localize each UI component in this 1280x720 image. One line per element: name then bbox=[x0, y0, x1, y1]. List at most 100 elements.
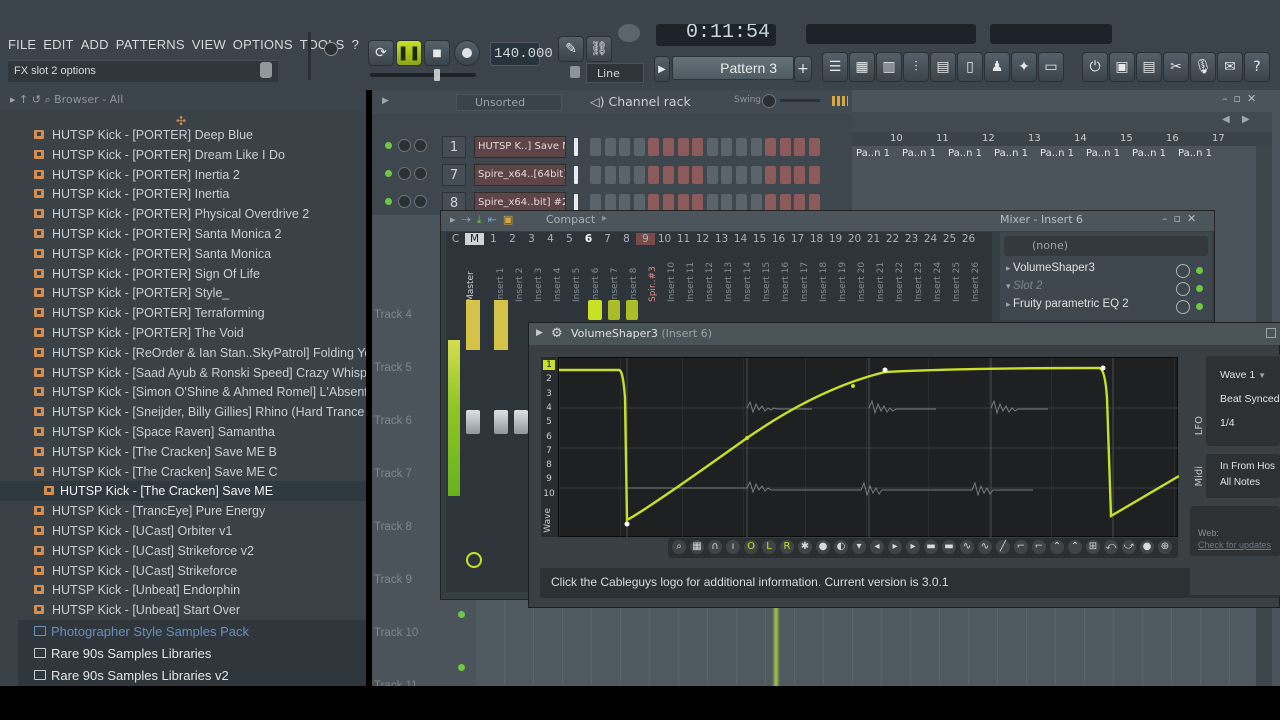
beat-synced-label[interactable]: Beat Synced bbox=[1220, 393, 1280, 405]
mixer-strip-number[interactable]: 12 bbox=[693, 233, 712, 245]
browser-item[interactable]: HUTSP Kick - [Unbeat] Endorphin bbox=[0, 580, 366, 600]
shape-tool-icon[interactable]: ▬ bbox=[924, 540, 938, 554]
mixer-view-mode[interactable]: Compact bbox=[546, 213, 595, 226]
step-button[interactable] bbox=[692, 138, 704, 156]
slot-arrow-icon[interactable]: ▸ bbox=[1006, 299, 1013, 309]
slot-arrow-icon[interactable]: ▾ bbox=[1006, 281, 1013, 291]
step-number[interactable]: 1 bbox=[543, 360, 555, 370]
step-button[interactable] bbox=[794, 166, 806, 184]
browser-nav-icons[interactable]: ▸ ↑ ↺ ⌕ bbox=[10, 93, 54, 106]
piano-roll-icon[interactable]: ▦ bbox=[849, 52, 875, 82]
browser-item[interactable]: HUTSP Kick - [PORTER] Inertia 2 bbox=[0, 165, 366, 185]
mixer-strip-number[interactable]: 18 bbox=[807, 233, 826, 245]
mixer-strip-number[interactable]: 2 bbox=[503, 233, 522, 245]
mixer-strip-number[interactable]: 19 bbox=[826, 233, 845, 245]
track-label[interactable]: Track 7 bbox=[374, 468, 412, 480]
volume-envelope-graph[interactable] bbox=[558, 357, 1180, 538]
menu-item[interactable]: ? bbox=[352, 37, 359, 52]
browser-item[interactable]: HUTSP Kick - [PORTER] Santa Monica bbox=[0, 244, 366, 264]
mix-knob[interactable] bbox=[1176, 264, 1190, 278]
step-button[interactable] bbox=[692, 166, 704, 184]
channel-pan-knob[interactable] bbox=[398, 195, 411, 208]
midi-notes[interactable]: All Notes bbox=[1220, 477, 1260, 488]
maximize-icon[interactable]: ▫ bbox=[1234, 92, 1247, 105]
pattern-clip[interactable]: Pa..n 1 bbox=[1178, 148, 1212, 162]
mixer-strip-number[interactable]: 11 bbox=[674, 233, 693, 245]
rate-value[interactable]: 1/4 bbox=[1220, 417, 1235, 429]
channel-mute-led[interactable] bbox=[385, 170, 392, 177]
shape-tool-icon[interactable]: ⌐ bbox=[1014, 540, 1028, 554]
loop-icon[interactable]: ⟳ bbox=[368, 40, 394, 66]
mixer-strip-number[interactable]: 26 bbox=[959, 233, 978, 245]
song-position-slider[interactable] bbox=[370, 69, 476, 81]
shape-tool-icon[interactable]: ✱ bbox=[798, 540, 812, 554]
shape-tool-icon[interactable]: ◐ bbox=[834, 540, 848, 554]
step-number[interactable]: 8 bbox=[543, 460, 555, 470]
fx-slot[interactable]: ▸ VolumeShaper3 bbox=[1006, 262, 1206, 280]
track-label[interactable]: Track 5 bbox=[374, 362, 412, 374]
slot-enable-led[interactable] bbox=[1196, 285, 1203, 292]
mixer-strip-number[interactable]: 1 bbox=[484, 233, 503, 245]
track-label[interactable]: Track 9 bbox=[374, 574, 412, 586]
playlist-icon[interactable]: ☰ bbox=[822, 52, 848, 82]
shape-tool-icon[interactable]: ⌃ bbox=[1050, 540, 1064, 554]
mixer-strip-number[interactable]: 10 bbox=[655, 233, 674, 245]
mixer-strip-number[interactable]: 21 bbox=[864, 233, 883, 245]
tools-icon[interactable]: ✦ bbox=[1011, 52, 1037, 82]
step-button[interactable] bbox=[809, 166, 820, 184]
mixer-strip-number[interactable]: 7 bbox=[598, 233, 617, 245]
shape-tool-icon[interactable]: ∿ bbox=[960, 540, 974, 554]
channel-volume-knob[interactable] bbox=[414, 195, 427, 208]
scroll-right-icon[interactable]: ▶ bbox=[1242, 114, 1250, 125]
mixer-strip-number[interactable]: 9 bbox=[636, 233, 655, 245]
slot-enable-led[interactable] bbox=[1196, 303, 1203, 310]
pattern-clip[interactable]: Pa..n 1 bbox=[948, 148, 982, 162]
channel-number[interactable]: 1 bbox=[442, 136, 466, 158]
shape-tool-icon[interactable]: ⌐ bbox=[1032, 540, 1046, 554]
shape-tool-icon[interactable]: ⤺ bbox=[1104, 540, 1118, 554]
close-icon[interactable]: ✕ bbox=[1187, 212, 1202, 225]
pattern-clip[interactable]: Pa..n 1 bbox=[1086, 148, 1120, 162]
step-button[interactable] bbox=[721, 166, 733, 184]
link-arrow-icon[interactable] bbox=[466, 552, 482, 568]
shape-tool-icon[interactable]: R bbox=[780, 540, 794, 554]
step-button[interactable] bbox=[721, 138, 733, 156]
chat-icon[interactable]: ✉ bbox=[1217, 52, 1243, 82]
fader-knob[interactable] bbox=[466, 410, 480, 434]
mixer-strip-number[interactable]: 8 bbox=[617, 233, 636, 245]
render-icon[interactable]: ▤ bbox=[1136, 52, 1162, 82]
step-button[interactable] bbox=[590, 166, 601, 184]
master-volume-slider[interactable] bbox=[308, 32, 311, 80]
menu-item[interactable]: PATTERNS bbox=[116, 37, 185, 52]
step-button[interactable] bbox=[663, 138, 674, 156]
step-number[interactable]: 3 bbox=[543, 389, 555, 399]
track-label[interactable]: Track 4 bbox=[374, 309, 412, 321]
insert-8-active-marker[interactable] bbox=[626, 300, 638, 320]
fx-slot[interactable]: ▾ Slot 2 bbox=[1006, 280, 1206, 298]
wave-select[interactable]: Wave 1 ▼ bbox=[1220, 369, 1280, 381]
step-button[interactable] bbox=[736, 138, 747, 156]
track-led[interactable] bbox=[458, 664, 465, 671]
step-number[interactable]: 4 bbox=[543, 403, 555, 413]
swing-knob[interactable] bbox=[762, 94, 776, 108]
channel-rack-menu-arrow[interactable]: ▶ bbox=[382, 96, 389, 106]
mixer-strip-number[interactable]: C bbox=[446, 233, 465, 245]
maximize-icon[interactable]: ▫ bbox=[1174, 212, 1187, 225]
browser-folder[interactable]: Photographer Style Samples Pack bbox=[18, 620, 366, 642]
mixer-strip-number[interactable]: 5 bbox=[560, 233, 579, 245]
master-pitch-knob[interactable] bbox=[324, 42, 338, 56]
step-button[interactable] bbox=[706, 138, 718, 156]
mixer-strip-number[interactable]: 13 bbox=[712, 233, 731, 245]
mixer-strip-number[interactable]: 23 bbox=[902, 233, 921, 245]
menu-item[interactable]: VIEW bbox=[192, 37, 226, 52]
channel-mute-led[interactable] bbox=[385, 198, 392, 205]
browser-item[interactable]: HUTSP Kick - [The Cracken] Save ME B bbox=[0, 442, 366, 462]
shape-tool-icon[interactable]: ▦ bbox=[690, 540, 704, 554]
step-button[interactable] bbox=[750, 166, 762, 184]
metronome-icon[interactable] bbox=[618, 24, 640, 42]
browser-item[interactable]: HUTSP Kick - [PORTER] Terraforming bbox=[0, 303, 366, 323]
browser-item[interactable]: HUTSP Kick - [PORTER] Dream Like I Do bbox=[0, 145, 366, 165]
playlist-ruler[interactable]: 10 11 12 13 14 15 16 17 bbox=[852, 132, 1272, 146]
step-button[interactable] bbox=[619, 166, 631, 184]
mixer-strip-number[interactable]: 3 bbox=[522, 233, 541, 245]
